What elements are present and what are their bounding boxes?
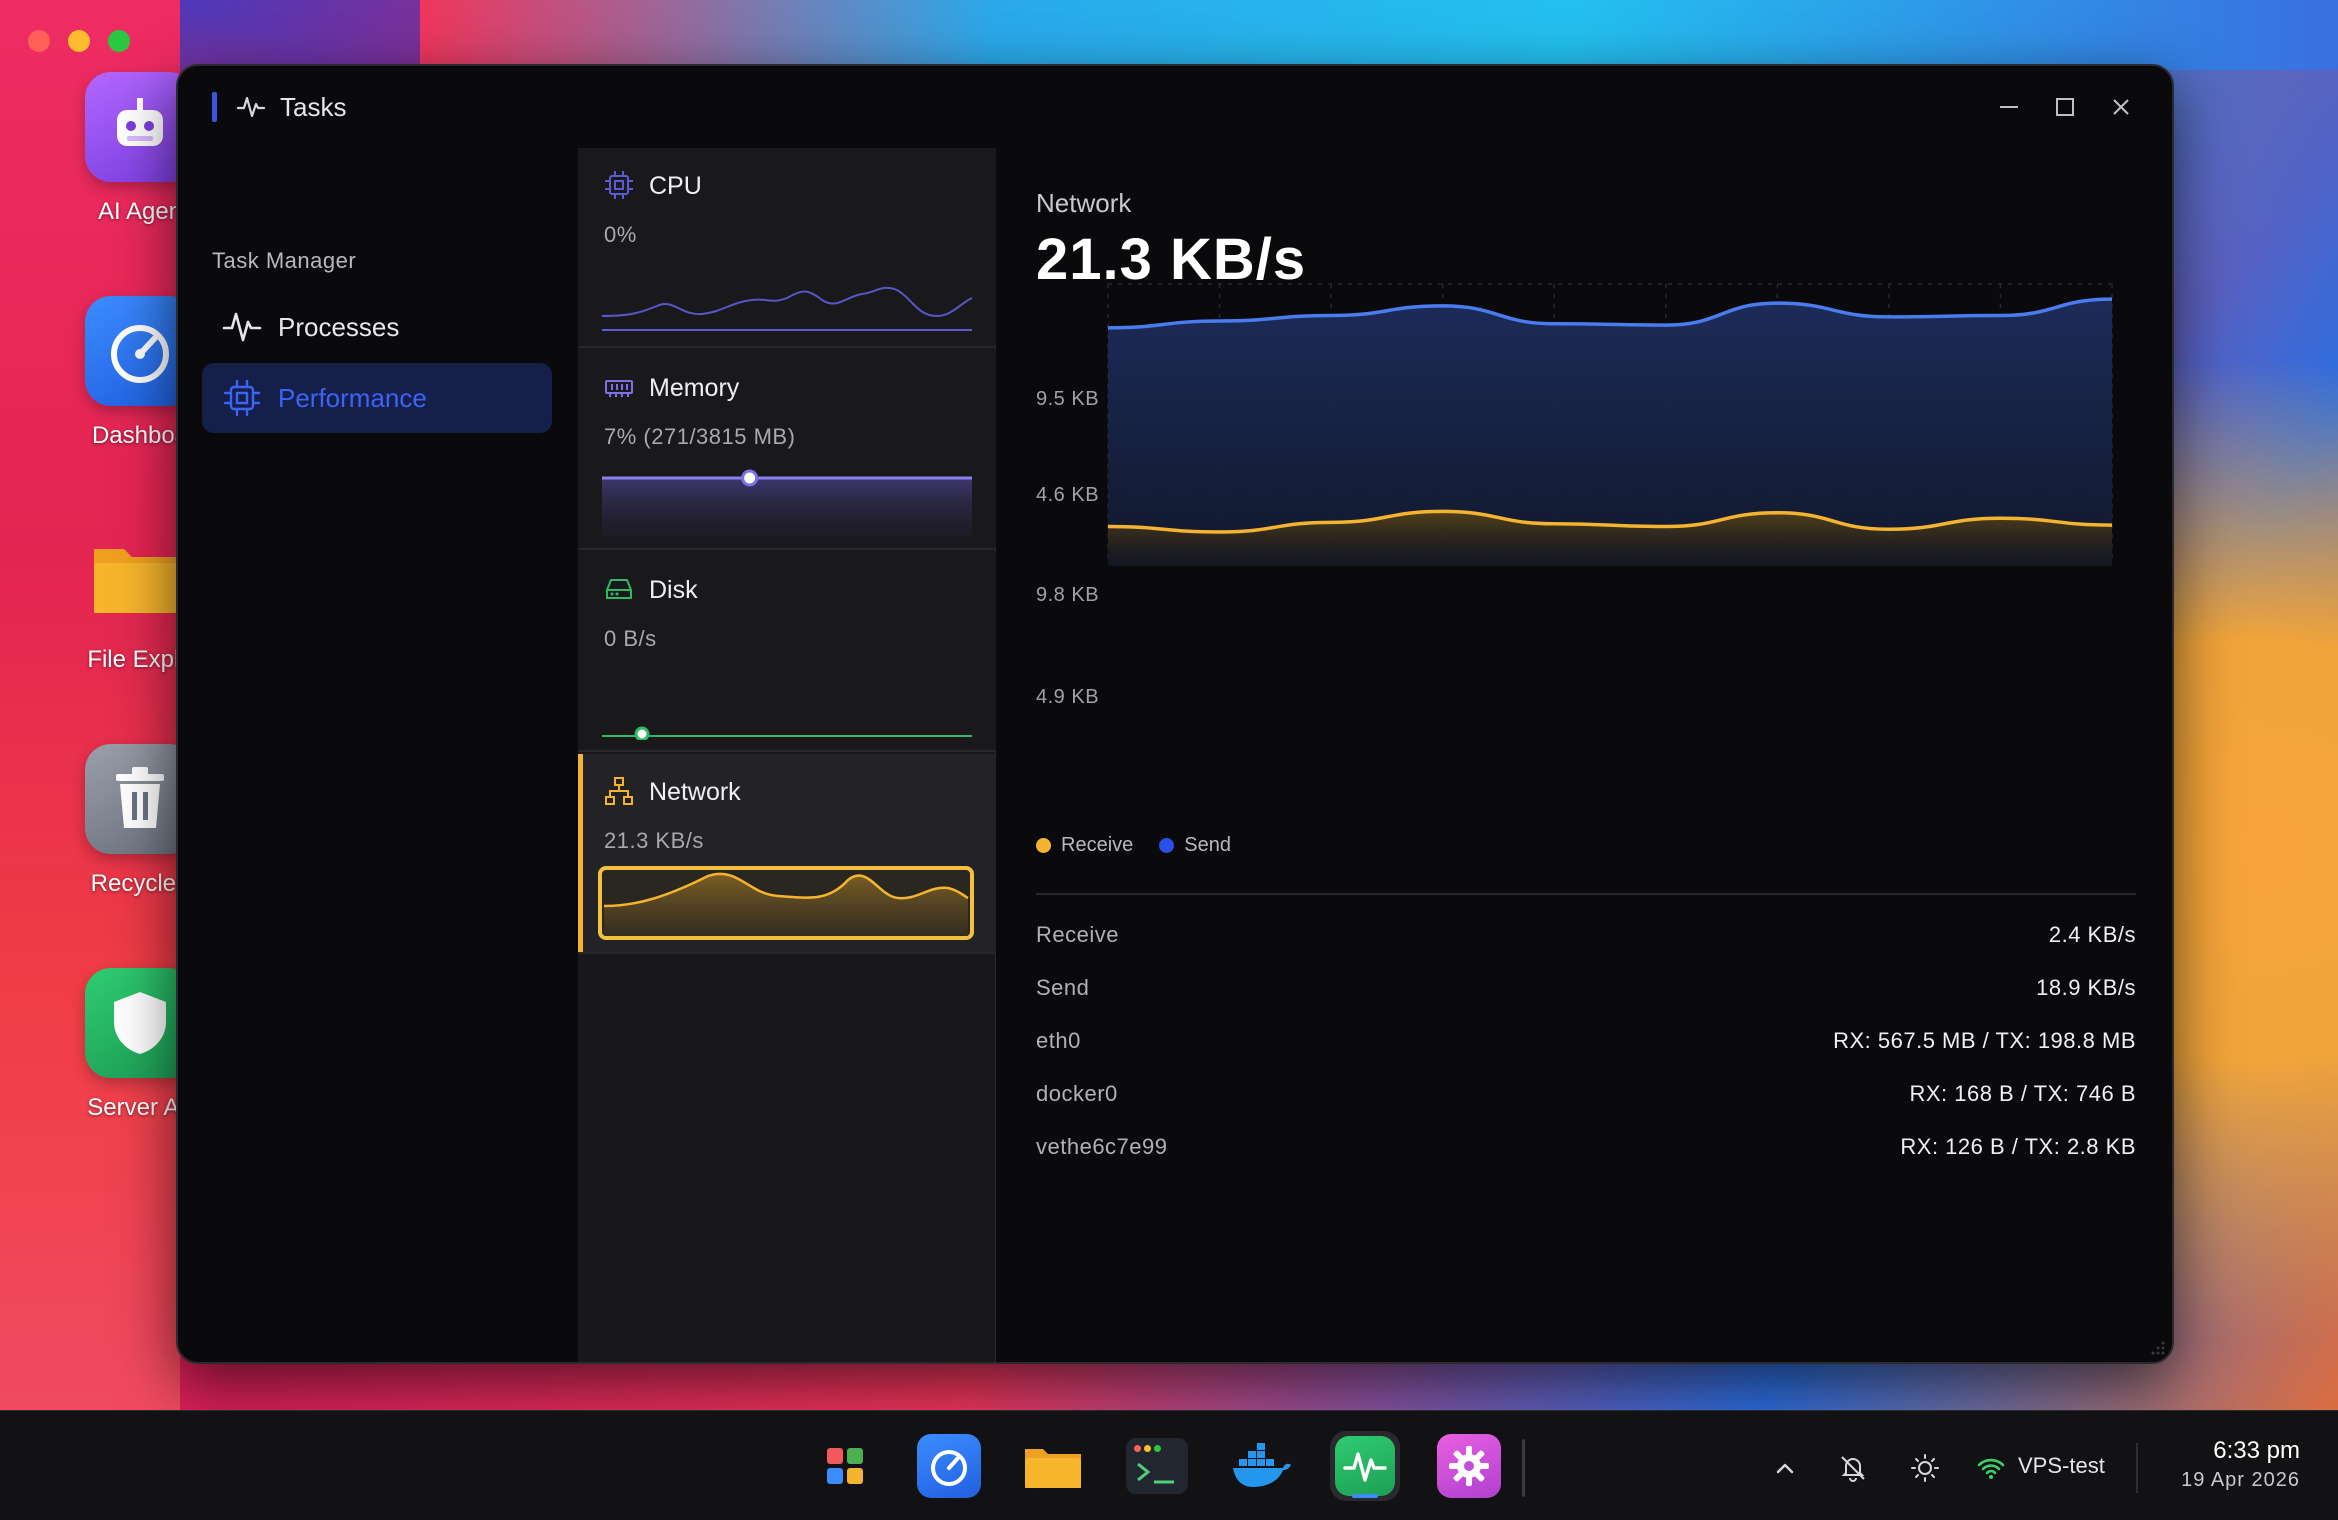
- tasks-window: Tasks Task Manager Processes Performance: [176, 64, 2174, 1364]
- legend-dot: [1159, 838, 1175, 853]
- traffic-lights: [28, 30, 130, 52]
- resource-card-memory[interactable]: Memory 7% (271/3815 MB): [578, 350, 996, 550]
- stat-key: Receive: [1036, 922, 1119, 947]
- taskbar-terminal[interactable]: [1122, 1431, 1192, 1501]
- resource-title: Network: [649, 778, 741, 806]
- stat-key: docker0: [1036, 1081, 1118, 1106]
- memory-usage-marker: [741, 469, 759, 487]
- close-dot[interactable]: [28, 30, 50, 52]
- taskbar-docker[interactable]: [1226, 1431, 1296, 1501]
- stat-row: vethe6c7e99 RX: 126 B / TX: 2.8 KB: [1036, 1134, 2136, 1174]
- stat-key: eth0: [1036, 1028, 1081, 1053]
- chevron-up-icon[interactable]: [1770, 1453, 1800, 1483]
- sidebar-item-performance[interactable]: Performance: [202, 363, 552, 433]
- stat-row: Send 18.9 KB/s: [1036, 975, 2136, 1015]
- disk-sparkline: [602, 726, 972, 740]
- cpu-chip-icon: [605, 171, 633, 199]
- resource-value: 21.3 KB/s: [604, 828, 704, 853]
- clock-date[interactable]: 19 Apr 2026: [2150, 1469, 2300, 1492]
- network-chart: [1107, 283, 2113, 566]
- zoom-dot[interactable]: [108, 30, 130, 52]
- resource-title: Memory: [649, 374, 740, 402]
- taskbar-settings[interactable]: [1434, 1431, 1504, 1501]
- maximize-icon[interactable]: [2050, 92, 2080, 122]
- resource-value: 0%: [604, 222, 637, 247]
- stat-row: docker0 RX: 168 B / TX: 746 B: [1036, 1081, 2136, 1121]
- dashboard-icon: [917, 1434, 981, 1498]
- resource-card-network[interactable]: Network 21.3 KB/s: [578, 754, 996, 954]
- taskbar-tasks[interactable]: [1330, 1431, 1400, 1501]
- memory-icon: [605, 380, 633, 397]
- resize-grip-icon[interactable]: [2150, 1340, 2166, 1356]
- close-icon[interactable]: [2106, 92, 2136, 122]
- resource-value: 0 B/s: [604, 626, 657, 651]
- resource-card-cpu[interactable]: CPU 0%: [578, 148, 996, 348]
- network-icon: [605, 777, 633, 805]
- running-indicator: [1352, 1494, 1378, 1498]
- wallpaper-stripe: [420, 0, 2338, 70]
- tray-divider: [2136, 1443, 2138, 1493]
- disk-icon: [606, 579, 632, 599]
- brightness-icon[interactable]: [1910, 1453, 1940, 1483]
- cpu-sparkline: [602, 286, 972, 331]
- docker-icon: [1233, 1443, 1291, 1487]
- resource-card-disk[interactable]: Disk 0 B/s: [578, 552, 996, 752]
- stat-value: 18.9 KB/s: [2036, 975, 2136, 1000]
- stat-value: RX: 567.5 MB / TX: 198.8 MB: [1833, 1028, 2136, 1053]
- memory-sparkline: [602, 469, 972, 536]
- cpu-chip-icon: [223, 379, 261, 417]
- title-accent: [212, 92, 217, 122]
- network-name[interactable]: VPS-test: [2018, 1453, 2105, 1479]
- legend-item-receive[interactable]: Receive: [1036, 834, 1133, 857]
- taskbar-separator: [1522, 1439, 1525, 1497]
- taskbar-file-explorer[interactable]: [1018, 1431, 1088, 1501]
- legend-item-send[interactable]: Send: [1159, 834, 1231, 857]
- tasks-icon: [1335, 1436, 1395, 1496]
- stat-value: RX: 168 B / TX: 746 B: [1909, 1081, 2136, 1106]
- stat-value: 2.4 KB/s: [2048, 922, 2136, 947]
- legend-dot: [1036, 838, 1051, 853]
- detail-panel: Network 21.3 KB/s 9.5 KB 4.6 KB 9.8 KB 4…: [996, 148, 2172, 1362]
- clock-time[interactable]: 6:33 pm: [2200, 1437, 2300, 1465]
- window-title: Tasks: [280, 92, 347, 122]
- sidebar-item-processes[interactable]: Processes: [202, 292, 552, 362]
- network-sparkline: [598, 866, 974, 940]
- stat-value: RX: 126 B / TX: 2.8 KB: [1900, 1134, 2136, 1159]
- sidebar-heading: Task Manager: [212, 248, 357, 273]
- minimize-icon[interactable]: [1994, 92, 2024, 122]
- active-accent: [578, 754, 583, 952]
- stat-key: Send: [1036, 975, 1090, 1000]
- taskbar-start-button[interactable]: [810, 1431, 880, 1501]
- divider: [1036, 893, 2136, 895]
- title-bar[interactable]: Tasks: [178, 66, 2172, 148]
- terminal-icon: [1126, 1438, 1188, 1494]
- resource-title: Disk: [649, 576, 698, 604]
- taskbar: VPS-test 6:33 pm 19 Apr 2026: [0, 1410, 2338, 1520]
- stat-row: eth0 RX: 567.5 MB / TX: 198.8 MB: [1036, 1028, 2136, 1068]
- resource-value: 7% (271/3815 MB): [604, 424, 796, 449]
- sidebar-item-label: Performance: [278, 382, 427, 413]
- stat-key: vethe6c7e99: [1036, 1134, 1168, 1159]
- stat-row: Receive 2.4 KB/s: [1036, 922, 2136, 962]
- chart-legend: Receive Send: [1036, 834, 1257, 857]
- legend-label: Receive: [1061, 834, 1134, 856]
- notifications-off-icon[interactable]: [1838, 1453, 1868, 1483]
- resource-list: CPU 0% Memory 7% (271/3815 MB) Disk 0 B/…: [578, 148, 996, 1362]
- activity-icon: [222, 312, 262, 342]
- settings-icon: [1437, 1434, 1501, 1498]
- wifi-icon[interactable]: [1976, 1453, 2006, 1483]
- activity-icon: [236, 96, 266, 118]
- minimize-dot[interactable]: [68, 30, 90, 52]
- resource-title: CPU: [649, 172, 702, 200]
- taskbar-dashboard[interactable]: [914, 1431, 984, 1501]
- sidebar-item-label: Processes: [278, 311, 400, 342]
- legend-label: Send: [1184, 834, 1231, 856]
- folder-icon: [1025, 1449, 1081, 1488]
- start-menu-icon: [827, 1448, 863, 1484]
